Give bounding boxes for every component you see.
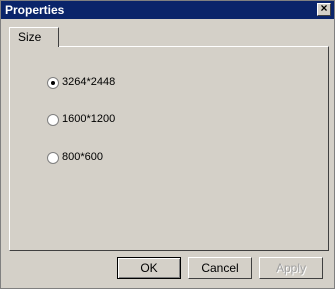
size-tab-panel bbox=[9, 46, 329, 251]
tab-size-label: Size bbox=[18, 30, 42, 44]
close-icon: × bbox=[320, 1, 328, 15]
radio-button[interactable] bbox=[47, 77, 59, 89]
cancel-button[interactable]: Cancel bbox=[188, 257, 252, 279]
radio-selected-dot bbox=[51, 81, 55, 85]
radio-button[interactable] bbox=[47, 152, 59, 164]
radio-label: 1600*1200 bbox=[62, 113, 116, 125]
radio-label: 3264*2448 bbox=[62, 76, 116, 88]
title-bar: Properties × bbox=[1, 1, 334, 19]
ok-button[interactable]: OK bbox=[117, 257, 181, 279]
radio-label: 800*600 bbox=[62, 151, 103, 163]
close-button[interactable]: × bbox=[317, 1, 331, 16]
properties-dialog: Properties × Size 3264*2448 1600*1200 80… bbox=[0, 0, 335, 289]
radio-button[interactable] bbox=[47, 114, 59, 126]
apply-button[interactable]: Apply bbox=[259, 257, 323, 279]
tab-size[interactable]: Size bbox=[9, 27, 59, 47]
window-title: Properties bbox=[5, 3, 65, 17]
